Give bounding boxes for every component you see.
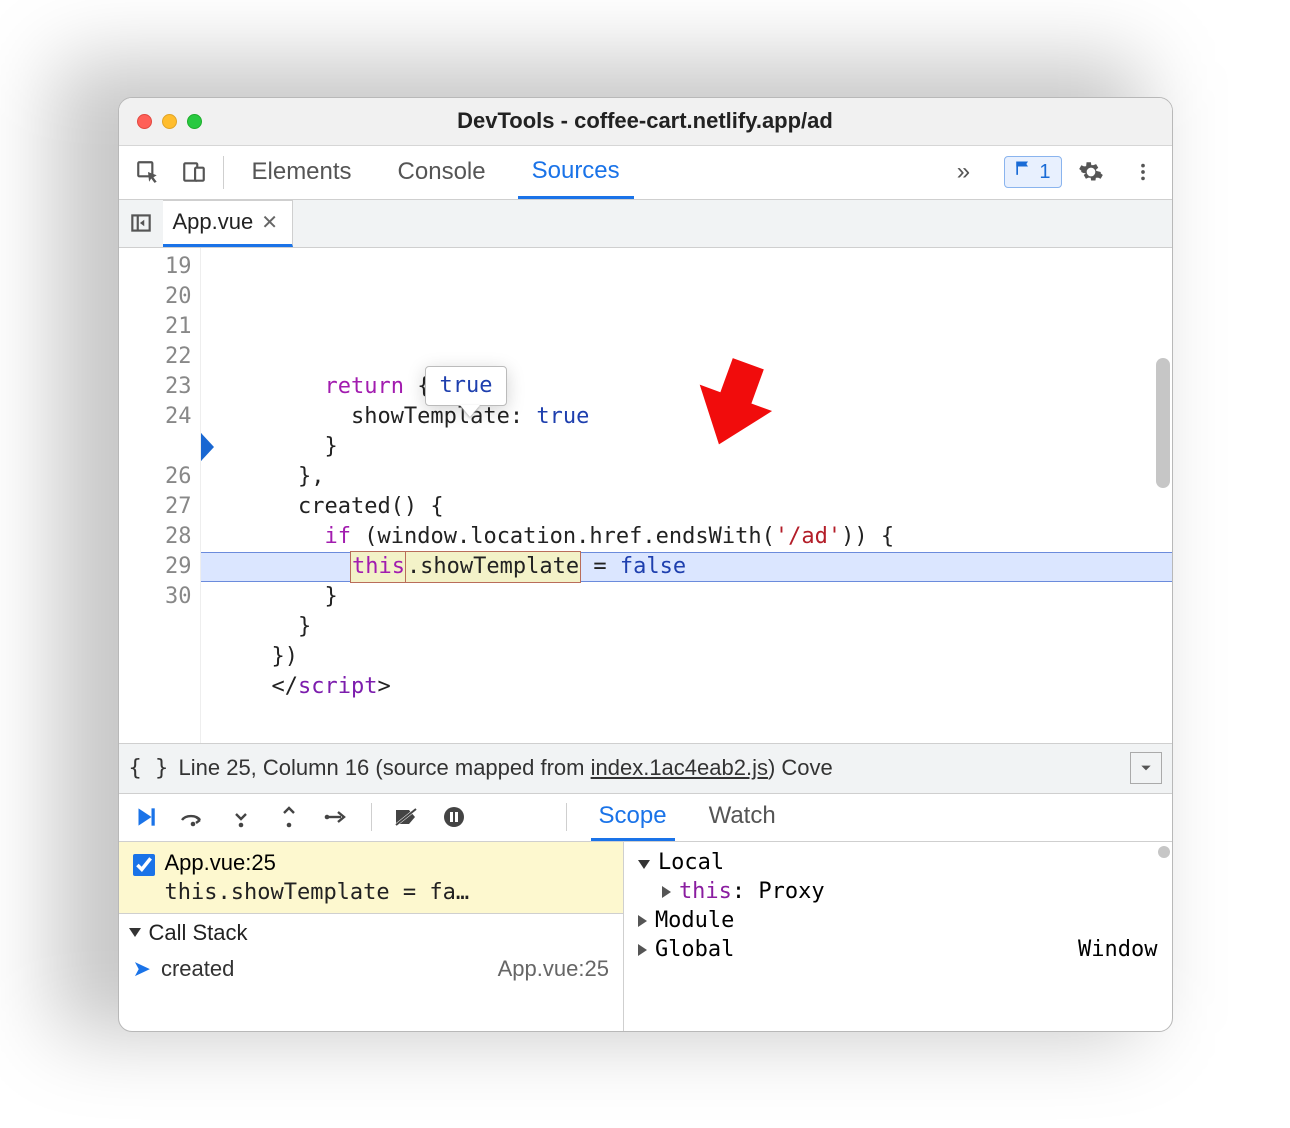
code-line[interactable]: } xyxy=(219,612,1172,642)
breakpoint-checkbox[interactable] xyxy=(133,854,155,876)
coverage-dropdown-button[interactable] xyxy=(1130,752,1162,784)
line-number[interactable]: 22 xyxy=(119,342,192,372)
code-line[interactable]: </script> xyxy=(219,672,1172,702)
window-zoom-button[interactable] xyxy=(187,114,202,129)
editor-scrollbar[interactable] xyxy=(1156,358,1170,488)
code-line[interactable]: created() { xyxy=(219,492,1172,522)
scope-group-global[interactable]: GlobalWindow xyxy=(634,935,1162,964)
code-line[interactable]: }) xyxy=(219,642,1172,672)
line-number[interactable]: 29 xyxy=(119,552,192,582)
breakpoint-entry[interactable]: App.vue:25 this.showTemplate = fa… xyxy=(119,842,623,913)
tab-console[interactable]: Console xyxy=(384,146,500,199)
call-stack-frame[interactable]: ➤createdApp.vue:25 xyxy=(119,950,623,988)
pause-on-exceptions-button[interactable] xyxy=(434,797,474,837)
code-line[interactable]: } xyxy=(219,432,1172,462)
code-line[interactable]: return { xyxy=(219,372,1172,402)
line-number[interactable]: 21 xyxy=(119,312,192,342)
code-line[interactable]: if (window.location.href.endsWith('/ad')… xyxy=(219,522,1172,552)
kebab-menu-icon[interactable] xyxy=(1120,161,1166,183)
code-line[interactable]: }, xyxy=(219,462,1172,492)
devtools-window: DevTools - coffee-cart.netlify.app/ad El… xyxy=(118,97,1173,1032)
window-title: DevTools - coffee-cart.netlify.app/ad xyxy=(119,108,1172,134)
line-number[interactable]: 24 xyxy=(119,402,192,432)
devtools-tabstrip: Elements Console Sources » 1 xyxy=(119,146,1172,200)
issues-button[interactable]: 1 xyxy=(1004,156,1061,188)
code-line[interactable]: this.showTemplate = false xyxy=(219,552,1172,582)
breakpoint-code: this.showTemplate = fa… xyxy=(165,880,470,905)
debugger-bottom-panes: App.vue:25 this.showTemplate = fa… Call … xyxy=(119,841,1172,1031)
line-number[interactable]: 28 xyxy=(119,522,192,552)
code-line[interactable]: } xyxy=(219,582,1172,612)
scope-pane: Localthis: ProxyModuleGlobalWindow xyxy=(624,842,1172,1031)
deactivate-breakpoints-button[interactable] xyxy=(386,797,426,837)
editor-status-bar: { } Line 25, Column 16 (source mapped fr… xyxy=(119,743,1172,793)
close-icon[interactable]: ✕ xyxy=(261,210,278,235)
evaluated-tooltip: true xyxy=(425,366,508,406)
line-number[interactable]: 30 xyxy=(119,582,192,612)
code-area[interactable]: true return { showTemplate: true } }, cr… xyxy=(201,248,1172,743)
navigator-toggle-icon[interactable] xyxy=(119,200,163,247)
pretty-print-button[interactable]: { } xyxy=(129,756,167,781)
debug-tab-watch[interactable]: Watch xyxy=(701,794,784,841)
settings-icon[interactable] xyxy=(1068,159,1114,185)
device-toolbar-icon[interactable] xyxy=(171,146,217,199)
file-tab-app-vue[interactable]: App.vue ✕ xyxy=(163,200,294,247)
file-tab-label: App.vue xyxy=(173,209,254,235)
step-over-button[interactable] xyxy=(173,797,213,837)
cursor-position: Line 25, Column 16 (source mapped from i… xyxy=(179,755,833,781)
tab-elements[interactable]: Elements xyxy=(238,146,366,199)
code-line[interactable]: showTemplate: true xyxy=(219,402,1172,432)
step-into-button[interactable] xyxy=(221,797,261,837)
sources-file-tabbar: App.vue ✕ xyxy=(119,200,1172,248)
line-number[interactable]: 25 xyxy=(119,432,192,462)
breakpoint-location: App.vue:25 xyxy=(165,850,470,876)
line-number[interactable]: 27 xyxy=(119,492,192,522)
source-map-link[interactable]: index.1ac4eab2.js xyxy=(591,755,768,780)
line-number[interactable]: 26 xyxy=(119,462,192,492)
tabs-overflow-button[interactable]: » xyxy=(941,146,985,199)
call-stack-header[interactable]: Call Stack xyxy=(119,913,623,950)
line-number[interactable]: 23 xyxy=(119,372,192,402)
line-number[interactable]: 19 xyxy=(119,252,192,282)
window-close-button[interactable] xyxy=(137,114,152,129)
line-number[interactable]: 20 xyxy=(119,282,192,312)
scope-group-module[interactable]: Module xyxy=(634,906,1162,935)
step-out-button[interactable] xyxy=(269,797,309,837)
window-minimize-button[interactable] xyxy=(162,114,177,129)
resume-button[interactable] xyxy=(125,797,165,837)
code-line[interactable] xyxy=(219,702,1172,732)
step-button[interactable] xyxy=(317,797,357,837)
issues-count: 1 xyxy=(1039,161,1050,184)
scope-variable[interactable]: this: Proxy xyxy=(634,877,1162,906)
inspect-element-icon[interactable] xyxy=(125,146,171,199)
scope-group-local[interactable]: Local xyxy=(634,848,1162,877)
issues-icon xyxy=(1013,159,1033,185)
title-bar: DevTools - coffee-cart.netlify.app/ad xyxy=(119,98,1172,146)
debug-tab-scope[interactable]: Scope xyxy=(591,794,675,841)
code-editor[interactable]: 192021222324252627282930 true return { s… xyxy=(119,248,1172,743)
line-gutter[interactable]: 192021222324252627282930 xyxy=(119,248,201,743)
debugger-toolbar: Scope Watch xyxy=(119,793,1172,841)
tab-sources[interactable]: Sources xyxy=(518,146,634,199)
breakpoints-callstack-pane: App.vue:25 this.showTemplate = fa… Call … xyxy=(119,842,624,1031)
